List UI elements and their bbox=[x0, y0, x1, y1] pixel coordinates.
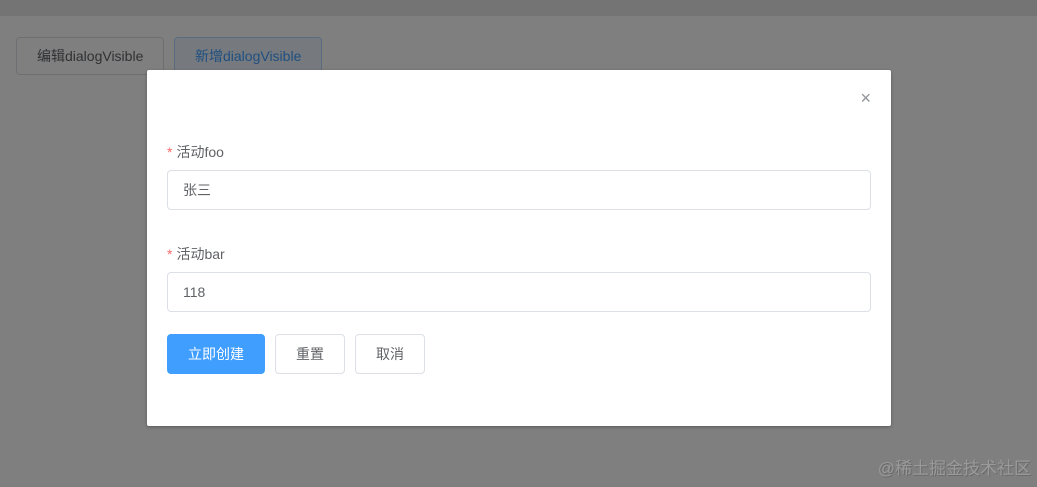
required-mark: * bbox=[167, 144, 173, 160]
required-mark: * bbox=[167, 246, 173, 262]
label-text: 活动bar bbox=[176, 246, 225, 262]
create-button[interactable]: 立即创建 bbox=[167, 334, 265, 374]
label-text: 活动foo bbox=[176, 144, 224, 160]
close-icon[interactable]: × bbox=[860, 88, 871, 108]
dialog: × *活动foo *活动bar 立即创建 重置 取消 bbox=[147, 70, 891, 426]
cancel-button[interactable]: 取消 bbox=[355, 334, 425, 374]
foo-input[interactable] bbox=[167, 170, 871, 210]
field-label-foo: * 活动foo bbox=[167, 142, 224, 162]
reset-button[interactable]: 重置 bbox=[275, 334, 345, 374]
field-label-bar: * 活动bar bbox=[167, 244, 225, 264]
bar-input[interactable] bbox=[167, 272, 871, 312]
watermark: @稀土掘金技术社区 bbox=[877, 459, 1031, 478]
